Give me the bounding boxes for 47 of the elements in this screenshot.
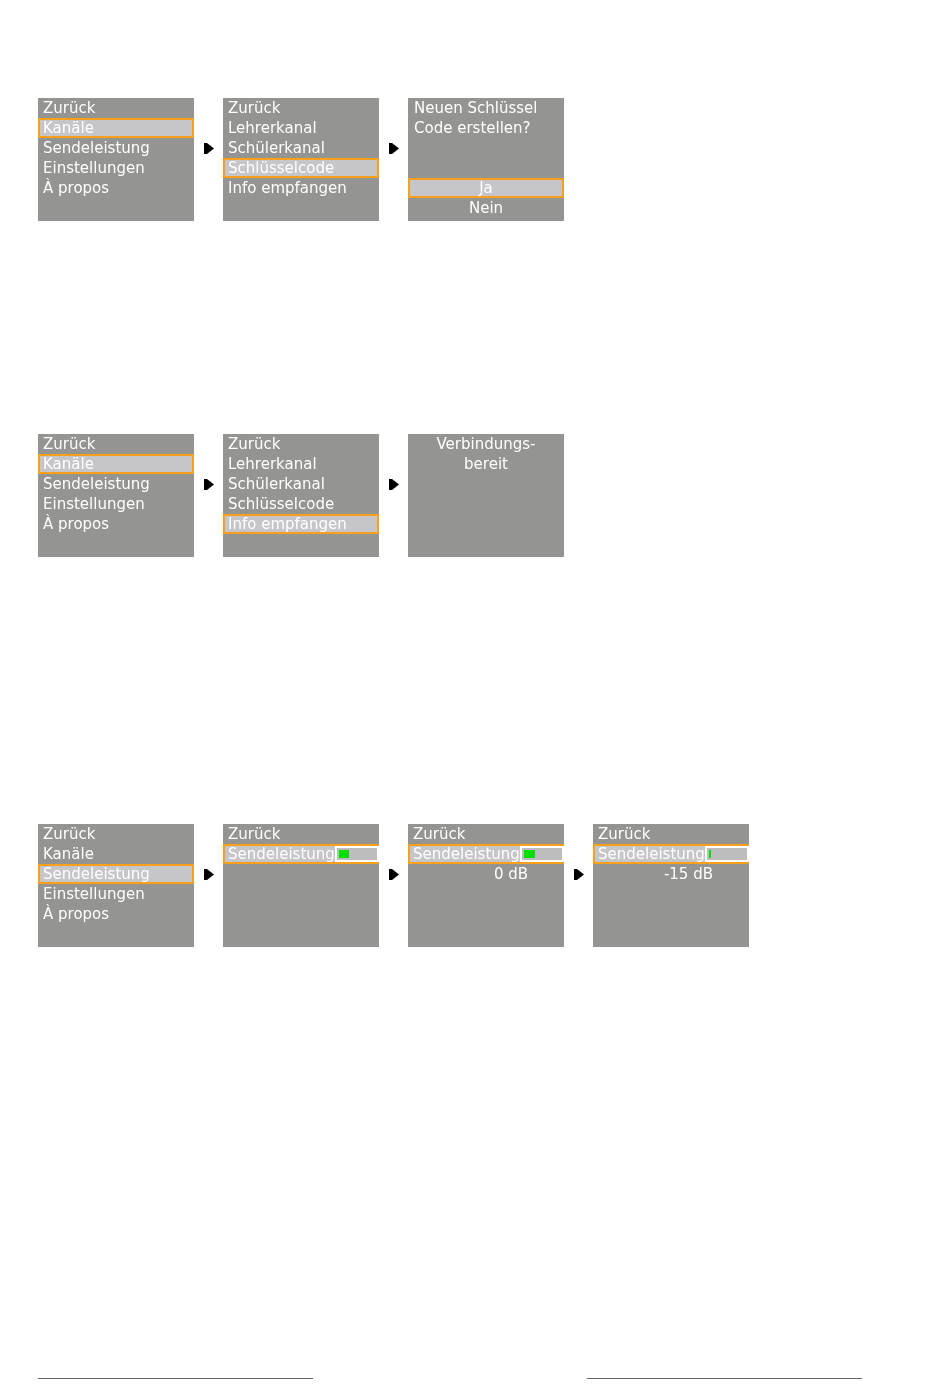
level-slider[interactable] [704, 846, 749, 862]
menu-item[interactable]: Zurück [223, 824, 379, 844]
menu-item[interactable]: Info empfangen [223, 178, 379, 198]
menu-item[interactable]: Kanäle [38, 454, 194, 474]
menu-item[interactable]: Sendeleistung [223, 844, 379, 864]
arrow-icon [203, 869, 214, 880]
arrow-icon [388, 143, 399, 154]
menu-item[interactable]: Sendeleistung [593, 844, 749, 864]
dialog-option[interactable]: Nein [408, 198, 564, 218]
menu-item[interactable]: Sendeleistung [38, 474, 194, 494]
menu-item[interactable]: Zurück [223, 434, 379, 454]
arrow-icon [203, 479, 214, 490]
menu-item[interactable]: À propos [38, 904, 194, 924]
menu-item[interactable]: Kanäle [38, 118, 194, 138]
arrow-icon [388, 479, 399, 490]
menu-item[interactable]: Kanäle [38, 844, 194, 864]
menu-item[interactable]: Einstellungen [38, 158, 194, 178]
menu-item[interactable]: Sendeleistung [408, 844, 564, 864]
menu-item[interactable]: Schlüsselcode [223, 158, 379, 178]
menu-item[interactable]: Zurück [38, 824, 194, 844]
menu-item[interactable]: Einstellungen [38, 884, 194, 904]
menu-item[interactable]: Lehrerkanal [223, 118, 379, 138]
arrow-icon [203, 143, 214, 154]
menu-item[interactable]: Sendeleistung [38, 864, 194, 884]
arrow-icon [388, 869, 399, 880]
menu-item[interactable]: Lehrerkanal [223, 454, 379, 474]
menu-item[interactable]: Schülerkanal [223, 138, 379, 158]
menu-item[interactable]: Zurück [223, 98, 379, 118]
prompt-text: Neuen Schlüssel Code erstellen? [413, 98, 539, 138]
menu-item[interactable]: Schlüsselcode [223, 494, 379, 514]
menu-item[interactable]: Info empfangen [223, 514, 379, 534]
menu-item[interactable]: À propos [38, 178, 194, 198]
level-slider[interactable] [519, 846, 564, 862]
menu-item[interactable]: Sendeleistung [38, 138, 194, 158]
dialog-option[interactable]: Ja [408, 178, 564, 198]
arrow-icon [573, 869, 584, 880]
menu-item[interactable]: À propos [38, 514, 194, 534]
menu-item[interactable]: Zurück [38, 98, 194, 118]
level-reading: -15 dB [662, 864, 714, 884]
menu-item[interactable]: Zurück [408, 824, 564, 844]
menu-item[interactable]: Einstellungen [38, 494, 194, 514]
level-slider[interactable] [334, 846, 379, 862]
status-message: Verbindungs- bereit [435, 434, 537, 474]
menu-item[interactable]: Zurück [38, 434, 194, 454]
menu-item[interactable]: Zurück [593, 824, 749, 844]
menu-item[interactable]: Schülerkanal [223, 474, 379, 494]
level-reading: 0 dB [492, 864, 529, 884]
